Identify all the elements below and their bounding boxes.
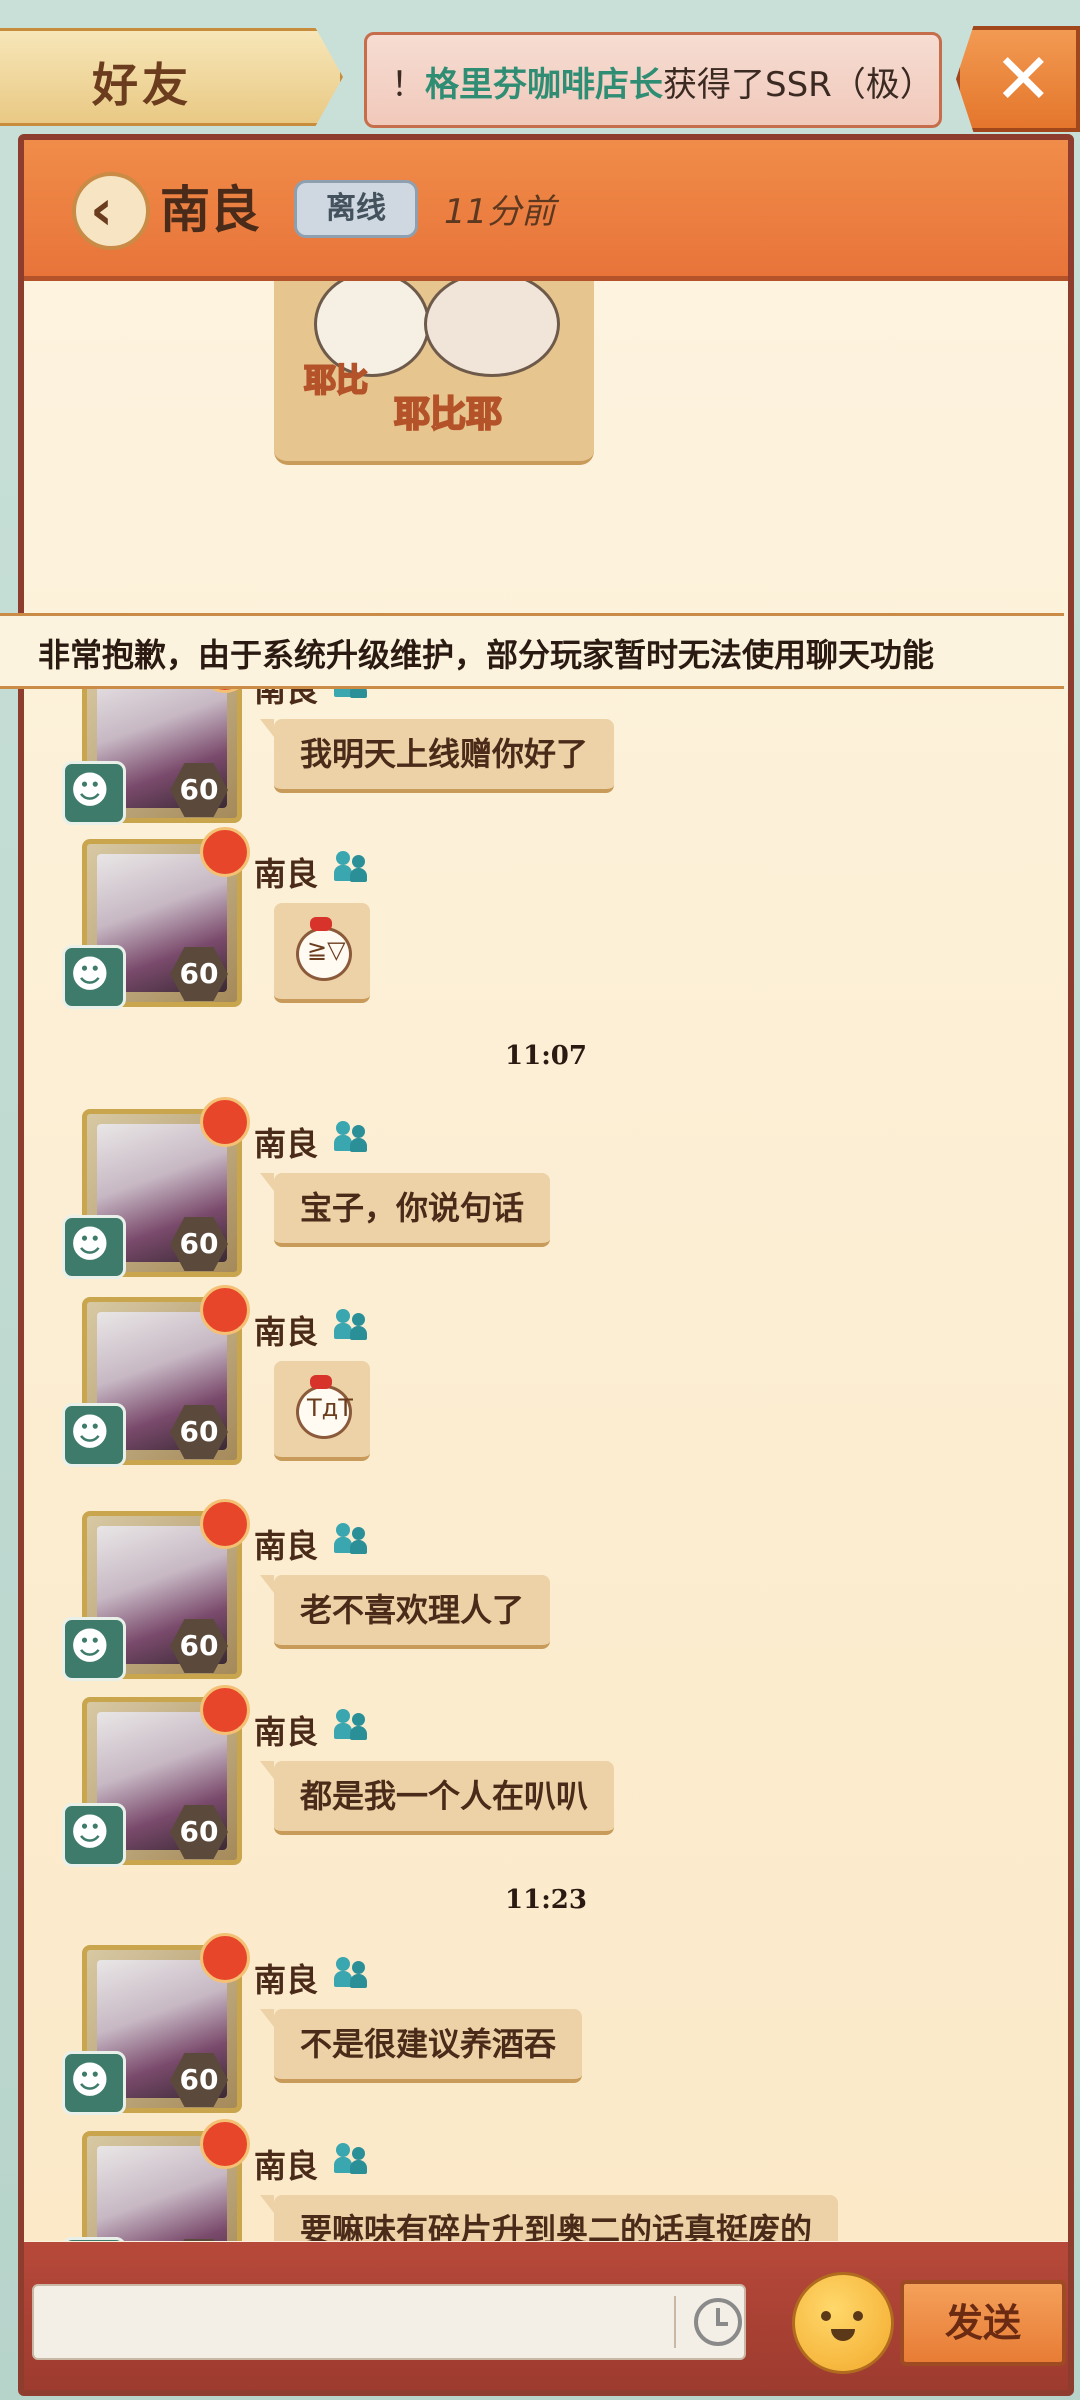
sun-badge-icon [200, 1499, 250, 1549]
sender-name: 南良 [254, 855, 319, 893]
marquee-player-name: 格里芬咖啡店长 [425, 65, 663, 105]
friend-icon [334, 849, 368, 883]
friend-icon [334, 1955, 368, 1989]
top-bar: 好友 ！格里芬咖啡店长获得了SSR（极） ✕ [0, 0, 1080, 140]
avatar[interactable]: ☻ 60 [62, 1685, 252, 1867]
marquee-suffix: 获得了SSR（极） [663, 65, 934, 105]
laughing-emoji-icon: ≧▽ [296, 927, 352, 981]
skull-badge-icon: ☻ [62, 2237, 126, 2241]
sun-badge-icon [200, 827, 250, 877]
back-arrow-icon: ‹ [90, 178, 114, 243]
skull-badge-icon: ☻ [62, 1215, 126, 1279]
peer-name: 南良 [160, 181, 260, 239]
friend-icon [334, 1119, 368, 1153]
friend-icon [334, 1707, 368, 1741]
close-icon: ✕ [994, 38, 1053, 120]
chat-header: ‹ 南良 离线 11分前 [24, 140, 1068, 281]
sender-name: 南良 [254, 1713, 319, 1751]
sun-badge-icon [200, 1933, 250, 1983]
sticker-text: 耶比耶 [393, 393, 503, 436]
avatar[interactable]: ☻ 60 [62, 2119, 252, 2241]
avatar[interactable]: ☻ 60 [62, 827, 252, 1009]
sticker-character-icon [424, 281, 560, 377]
skull-badge-icon: ☻ [62, 761, 126, 825]
sun-badge-icon [200, 2119, 250, 2169]
chat-panel: ‹ 南良 离线 11分前 耶比 耶比耶 ☻ 60 南良 我明天上线赠你好了 ☻ … [18, 134, 1074, 2396]
skull-badge-icon: ☻ [62, 1403, 126, 1467]
chat-message-list[interactable]: 耶比 耶比耶 ☻ 60 南良 我明天上线赠你好了 ☻ 60 南良 ≧▽ 11:0… [24, 281, 1068, 2241]
emoji-button[interactable] [792, 2272, 894, 2374]
marquee-prefix: ！ [391, 65, 425, 105]
input-divider [674, 2296, 676, 2348]
avatar[interactable]: ☻ 60 [62, 1499, 252, 1681]
emoji-message: ≧▽ [274, 903, 370, 1003]
status-badge: 离线 [294, 180, 418, 238]
sender-name: 南良 [254, 1961, 319, 1999]
sun-badge-icon [200, 1097, 250, 1147]
tab-friends-label: 好友 [92, 58, 192, 112]
sticker-message: 耶比 耶比耶 [274, 281, 594, 465]
skull-badge-icon: ☻ [62, 1803, 126, 1867]
skull-badge-icon: ☻ [62, 2051, 126, 2115]
message-input[interactable] [48, 2300, 662, 2346]
crying-emoji-icon: TдT [296, 1385, 353, 1439]
skull-badge-icon: ☻ [62, 1617, 126, 1681]
message-bubble: 宝子，你说句话 [259, 1173, 551, 1247]
message-bubble: 不是很建议养酒吞 [259, 2009, 583, 2083]
skull-badge-icon: ☻ [62, 945, 126, 1009]
bow-icon [310, 917, 332, 931]
friend-icon [334, 1521, 368, 1555]
sender-name: 南良 [254, 1313, 319, 1351]
avatar[interactable]: ☻ 60 [62, 1285, 252, 1467]
sender-name: 南良 [254, 1125, 319, 1163]
tab-friends[interactable]: 好友 [0, 28, 343, 126]
friend-icon [334, 2141, 368, 2175]
sun-badge-icon [200, 1285, 250, 1335]
announcement-marquee: ！格里芬咖啡店长获得了SSR（极） [364, 32, 942, 128]
message-bubble: 要嘛味有碎片升到奥二的话真挺废的 [259, 2195, 839, 2241]
emoji-message: TдT [274, 1361, 370, 1461]
bow-icon [310, 1375, 332, 1389]
marquee-text: ！格里芬咖啡店长获得了SSR（极） [391, 57, 934, 106]
app-background: 好友 ！格里芬咖啡店长获得了SSR（极） ✕ ‹ 南良 离线 11分前 耶比 耶… [0, 0, 1080, 2400]
avatar[interactable]: ☻ 60 [62, 1097, 252, 1279]
message-bubble: 都是我一个人在叭叭 [259, 1761, 615, 1835]
time-separator: 11:23 [505, 1885, 587, 1915]
system-notice-text: 非常抱歉，由于系统升级维护，部分玩家暂时无法使用聊天功能 [38, 636, 935, 674]
friend-icon [334, 1307, 368, 1341]
sticker-text: 耶比 [303, 360, 369, 400]
sun-badge-icon [200, 1685, 250, 1735]
message-input-box[interactable] [32, 2284, 746, 2360]
close-button[interactable]: ✕ [956, 26, 1080, 132]
sender-name: 南良 [254, 1527, 319, 1565]
system-notice-banner: 非常抱歉，由于系统升级维护，部分玩家暂时无法使用聊天功能 [0, 613, 1064, 689]
back-button[interactable]: ‹ [72, 172, 150, 250]
send-button[interactable]: 发送 [900, 2280, 1066, 2366]
sender-name: 南良 [254, 2147, 319, 2185]
last-seen-text: 11分前 [444, 192, 556, 232]
message-bubble: 我明天上线赠你好了 [259, 719, 615, 793]
clock-icon[interactable] [694, 2298, 742, 2346]
input-bar: 发送 [24, 2242, 1068, 2390]
time-separator: 11:07 [505, 1041, 587, 1071]
avatar[interactable]: ☻ 60 [62, 1933, 252, 2115]
message-bubble: 老不喜欢理人了 [259, 1575, 551, 1649]
